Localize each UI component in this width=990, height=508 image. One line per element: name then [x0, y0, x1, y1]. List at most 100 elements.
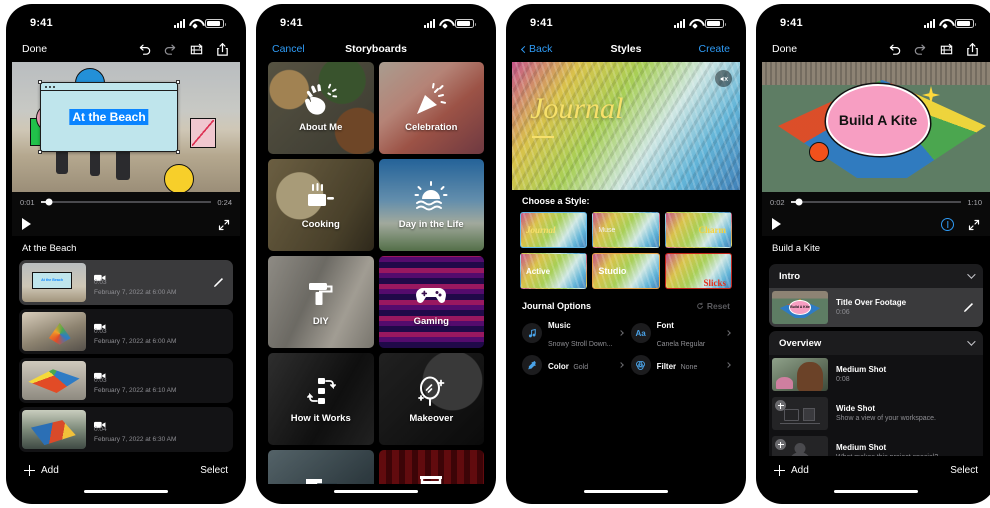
undo-icon[interactable]: [137, 42, 152, 57]
expand-icon[interactable]: [218, 218, 230, 231]
option-filter[interactable]: Filter None: [630, 351, 731, 379]
add-clip-icon[interactable]: [775, 400, 786, 411]
party-popper-icon: [414, 83, 448, 117]
style-hero-preview[interactable]: Journal: [512, 62, 740, 190]
expand-icon[interactable]: [968, 218, 980, 231]
storyboard-card-about-me[interactable]: About Me: [268, 62, 374, 154]
orange-dot-sticker: [809, 142, 829, 162]
resize-handle-tl[interactable]: [38, 80, 42, 84]
pencil-icon[interactable]: [212, 276, 225, 289]
list-item[interactable]: Wide Shot Show a view of your workspace.: [769, 394, 983, 433]
table-row[interactable]: 0:03 February 7, 2022 at 6:10 AM: [19, 358, 233, 403]
home-indicator[interactable]: [262, 484, 490, 498]
style-chip-active[interactable]: Active: [520, 253, 587, 289]
phone-1-scrubber[interactable]: 0:01 0:24: [12, 192, 240, 212]
select-button[interactable]: Select: [200, 465, 228, 476]
reset-button[interactable]: Reset: [696, 301, 730, 311]
storyboard-card-diy[interactable]: DIY: [268, 256, 374, 348]
clip-list[interactable]: At the Beach 0:03 February 7, 2022 at 6:…: [12, 260, 240, 456]
storyboard-card-day-in-the-life[interactable]: Day in the Life: [378, 159, 484, 251]
storyboard-card-qa[interactable]: ? Q&A: [268, 450, 374, 484]
status-bar-time: 9:41: [780, 17, 803, 29]
play-icon[interactable]: [22, 218, 31, 230]
select-button[interactable]: Select: [950, 465, 978, 476]
storyboard-card-how-it-works[interactable]: How it Works: [268, 353, 374, 445]
add-clip-icon[interactable]: [775, 439, 786, 450]
resize-handle-br[interactable]: [176, 150, 180, 154]
play-icon[interactable]: [772, 218, 781, 230]
list-item[interactable]: Build A Kite Title Over Footage 0:06: [769, 288, 983, 327]
style-chip-charm[interactable]: Charm: [665, 212, 732, 248]
style-options-grid[interactable]: Music Snowy Stroll Down... Aa Font Canel…: [512, 317, 740, 381]
list-item[interactable]: Medium Shot What makes this project spec…: [769, 433, 983, 456]
wifi-icon: [939, 19, 951, 28]
resize-handle-bl[interactable]: [38, 150, 42, 154]
add-button[interactable]: Add: [24, 464, 59, 476]
share-icon[interactable]: [965, 42, 980, 57]
storyboard-card-film[interactable]: Film: [378, 450, 484, 484]
home-indicator[interactable]: [512, 484, 740, 498]
chevron-down-icon[interactable]: [967, 270, 976, 279]
done-button[interactable]: Done: [22, 43, 47, 55]
section-header-overview[interactable]: Overview: [769, 331, 983, 355]
crop-icon[interactable]: [939, 42, 954, 57]
cancel-button[interactable]: Cancel: [272, 43, 305, 55]
option-music[interactable]: Music Snowy Stroll Down...: [522, 319, 624, 348]
scrubber-track[interactable]: [790, 198, 962, 206]
style-chip-slicks[interactable]: Slicks: [664, 253, 732, 289]
redo-icon[interactable]: [163, 42, 178, 57]
info-icon[interactable]: [941, 217, 954, 231]
storyboard-card-celebration[interactable]: Celebration: [378, 62, 484, 154]
chevron-down-icon[interactable]: [967, 337, 976, 346]
done-button[interactable]: Done: [772, 43, 797, 55]
style-chip-muse[interactable]: Muse: [592, 212, 659, 248]
home-indicator[interactable]: [762, 484, 990, 498]
option-value: None: [680, 364, 698, 371]
share-icon[interactable]: [215, 42, 230, 57]
resize-handle-tr[interactable]: [176, 80, 180, 84]
scrubber-track[interactable]: [40, 198, 212, 206]
title-bubble-overlay[interactable]: Build A Kite: [826, 84, 930, 156]
section-header-intro[interactable]: Intro: [769, 264, 983, 288]
clip-duration: 0:04: [94, 426, 107, 434]
shot-title: Medium Shot: [836, 364, 887, 374]
create-button[interactable]: Create: [698, 43, 730, 55]
style-chip-grid[interactable]: Journal Muse Charm Active Studio Slicks: [512, 212, 740, 295]
shot-thumbnail-placeholder[interactable]: [772, 436, 828, 456]
table-row[interactable]: 0:03 February 7, 2022 at 6:00 AM: [19, 309, 233, 354]
phone-4-scrubber[interactable]: 0:02 1:10: [762, 192, 990, 212]
phone-2-screen: 9:41 Cancel Storyboards About Me Celebra…: [262, 10, 490, 498]
pencil-icon[interactable]: [962, 301, 975, 314]
style-chip-journal[interactable]: Journal: [520, 212, 588, 248]
clip-thumbnail: [22, 312, 86, 351]
crop-icon[interactable]: [189, 42, 204, 57]
undo-icon[interactable]: [887, 42, 902, 57]
option-font[interactable]: Aa Font Canela Regular: [630, 319, 731, 348]
storyboard-grid[interactable]: About Me Celebration Cooking Day in the …: [262, 62, 490, 484]
phone-4-video-preview[interactable]: Build A Kite: [762, 62, 990, 192]
storyboard-outline-list[interactable]: Intro Build A Kite Title Over Footage 0:…: [762, 260, 990, 456]
paint-roller-icon: [304, 277, 338, 311]
storyboard-card-cooking[interactable]: Cooking: [268, 159, 374, 251]
add-button[interactable]: Add: [774, 464, 809, 476]
back-button[interactable]: Back: [520, 43, 552, 55]
table-row[interactable]: At the Beach 0:03 February 7, 2022 at 6:…: [19, 260, 233, 305]
style-chip-label: Charm: [698, 225, 727, 235]
storyboard-card-makeover[interactable]: Makeover: [378, 353, 484, 445]
shot-text: Medium Shot What makes this project spec…: [836, 443, 975, 456]
scrubber-handle[interactable]: [795, 198, 803, 206]
style-chip-studio[interactable]: Studio: [592, 253, 660, 289]
mute-icon[interactable]: [715, 70, 732, 87]
table-row[interactable]: 0:04 February 7, 2022 at 6:30 AM: [19, 407, 233, 452]
storyboard-card-gaming[interactable]: Gaming: [378, 256, 484, 348]
redo-icon[interactable]: [913, 42, 928, 57]
clip-meta: 0:04 February 7, 2022 at 6:30 AM: [94, 415, 225, 443]
title-card-overlay[interactable]: At the Beach: [38, 80, 180, 154]
shot-thumbnail-placeholder[interactable]: [772, 397, 828, 430]
title-card-text[interactable]: At the Beach: [69, 109, 149, 125]
scrubber-handle[interactable]: [45, 198, 53, 206]
phone-1-video-preview[interactable]: At the Beach: [12, 62, 240, 192]
list-item[interactable]: Medium Shot 0:08: [769, 355, 983, 394]
home-indicator[interactable]: [12, 484, 240, 498]
option-color[interactable]: Color Gold: [522, 351, 624, 379]
